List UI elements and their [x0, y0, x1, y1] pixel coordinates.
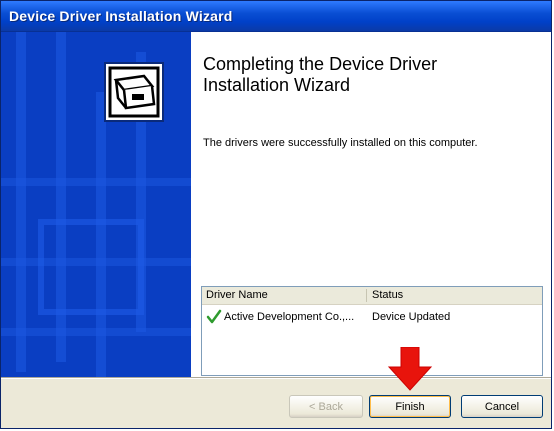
title-line-1: Completing the Device Driver [203, 54, 438, 74]
title-bar[interactable]: Device Driver Installation Wizard [1, 1, 551, 32]
driver-name-cell: Active Development Co.,... [224, 311, 355, 323]
title-line-2: Installation Wizard [203, 75, 351, 95]
column-header-driver-name[interactable]: Driver Name [206, 289, 367, 302]
finish-button[interactable]: Finish [369, 395, 451, 418]
driver-list[interactable]: Driver Name Status Active Development Co… [201, 286, 543, 376]
column-header-status[interactable]: Status [372, 289, 532, 302]
green-check-icon [206, 309, 222, 324]
list-item[interactable]: Active Development Co.,... Device Update… [202, 309, 542, 327]
red-arrow-icon [387, 347, 433, 391]
driver-status-cell: Device Updated [372, 311, 451, 323]
page-title: Completing the Device Driver Installatio… [203, 54, 543, 96]
window-title: Device Driver Installation Wizard [9, 8, 233, 24]
wizard-window: Device Driver Installation Wizard Comple… [0, 0, 552, 429]
device-box-icon [104, 62, 164, 122]
wizard-content: Completing the Device Driver Installatio… [191, 32, 551, 377]
wizard-side-panel [1, 32, 191, 377]
cancel-button[interactable]: Cancel [461, 395, 543, 418]
status-message: The drivers were successfully installed … [203, 137, 478, 149]
divider [1, 377, 551, 379]
back-button[interactable]: < Back [289, 395, 363, 418]
list-header: Driver Name Status [202, 287, 542, 305]
